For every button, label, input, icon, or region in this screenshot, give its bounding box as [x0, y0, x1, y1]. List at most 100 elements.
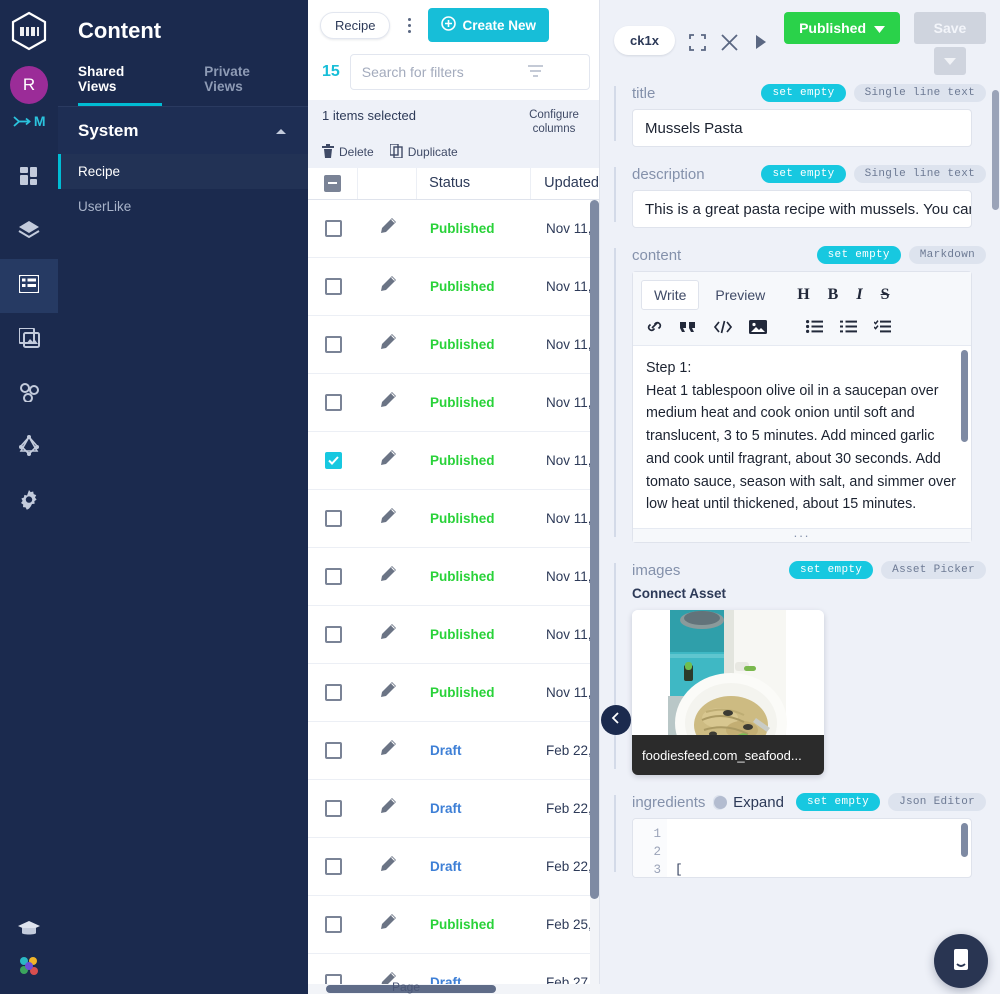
bullet-list-icon[interactable]	[806, 320, 823, 338]
set-empty-button[interactable]: set empty	[795, 793, 881, 811]
set-empty-button[interactable]: set empty	[761, 84, 846, 102]
more-options-icon[interactable]	[398, 17, 420, 33]
table-row[interactable]: Published Nov 11,	[308, 258, 599, 316]
task-list-icon[interactable]	[873, 320, 891, 338]
rail-item-dashboard[interactable]	[0, 151, 58, 205]
description-input[interactable]: This is a great pasta recipe with mussel…	[632, 190, 972, 228]
row-checkbox[interactable]	[324, 277, 342, 295]
markdown-textarea[interactable]: Step 1: Heat 1 tablespoon olive oil in a …	[633, 346, 971, 528]
expand-toggle[interactable]	[713, 794, 728, 810]
table-horizontal-scrollbar[interactable]	[308, 984, 600, 994]
image-icon[interactable]	[749, 319, 767, 339]
avatar[interactable]: R	[10, 66, 48, 104]
sidebar-item-recipe[interactable]: Recipe	[58, 154, 308, 189]
title-input[interactable]: Mussels Pasta	[632, 109, 972, 147]
table-row[interactable]: Published Nov 11,	[308, 200, 599, 258]
row-checkbox[interactable]	[324, 509, 342, 527]
cms-cube-logo-icon[interactable]	[8, 10, 50, 52]
table-row[interactable]: Published Nov 11,	[308, 606, 599, 664]
row-edit-cell[interactable]	[358, 623, 418, 646]
table-row[interactable]: Published Nov 11,	[308, 664, 599, 722]
row-checkbox[interactable]	[324, 393, 342, 411]
italic-button[interactable]: I	[856, 286, 862, 304]
row-checkbox[interactable]	[324, 567, 342, 585]
set-empty-button[interactable]: set empty	[789, 561, 874, 579]
row-edit-cell[interactable]	[358, 217, 418, 240]
asset-thumbnail[interactable]: foodiesfeed.com_seafood...	[632, 610, 824, 775]
row-edit-cell[interactable]	[358, 507, 418, 530]
rail-item-settings[interactable]	[0, 475, 58, 529]
row-edit-cell[interactable]	[358, 739, 418, 762]
row-edit-cell[interactable]	[358, 333, 418, 356]
close-icon[interactable]	[721, 29, 739, 55]
json-code-area[interactable]: [ { "key": 0,	[667, 819, 773, 877]
connect-asset-button[interactable]: Connect Asset	[632, 586, 986, 601]
json-scrollbar[interactable]	[961, 823, 968, 857]
entry-id-chip[interactable]: ck1x	[614, 26, 675, 55]
table-row[interactable]: Draft Feb 22,	[308, 838, 599, 896]
table-row[interactable]: Draft Feb 22,	[308, 722, 599, 780]
set-empty-button[interactable]: set empty	[761, 165, 846, 183]
table-row[interactable]: Draft Feb 22,	[308, 780, 599, 838]
flower-apps-icon[interactable]	[16, 953, 42, 984]
duplicate-button[interactable]: Duplicate	[388, 143, 458, 161]
row-checkbox[interactable]	[324, 683, 342, 701]
row-checkbox[interactable]	[324, 219, 342, 237]
save-button[interactable]: Save	[914, 12, 986, 44]
code-icon[interactable]	[713, 320, 733, 339]
select-all-checkbox[interactable]	[308, 167, 358, 200]
table-row[interactable]: Published Nov 11,	[308, 548, 599, 606]
save-options-button[interactable]	[934, 47, 966, 75]
model-chip[interactable]: Recipe	[320, 11, 391, 39]
row-edit-cell[interactable]	[358, 449, 418, 472]
table-row[interactable]: Published Feb 25,	[308, 896, 599, 954]
row-edit-cell[interactable]	[358, 797, 418, 820]
row-edit-cell[interactable]	[358, 565, 418, 588]
table-vertical-scrollbar[interactable]	[590, 199, 599, 994]
row-checkbox[interactable]	[324, 915, 342, 933]
sidebar-item-userlike[interactable]: UserLike	[58, 189, 308, 224]
rail-item-models[interactable]	[0, 205, 58, 259]
collapse-panel-button[interactable]	[601, 705, 631, 735]
row-edit-cell[interactable]	[358, 913, 418, 936]
json-editor[interactable]: 1 2 3 [ { "key": 0,	[632, 818, 972, 878]
configure-columns-button[interactable]: Configure columns	[523, 108, 585, 137]
strikethrough-button[interactable]: S	[881, 286, 890, 304]
graduation-cap-icon[interactable]	[17, 920, 41, 943]
table-row[interactable]: Published Nov 11,	[308, 374, 599, 432]
fullscreen-icon[interactable]	[689, 29, 707, 55]
row-edit-cell[interactable]	[358, 855, 418, 878]
publish-status-button[interactable]: Published	[784, 12, 900, 44]
row-checkbox[interactable]	[324, 857, 342, 875]
heading-button[interactable]: H	[797, 286, 809, 304]
row-checkbox[interactable]	[324, 335, 342, 353]
tab-write[interactable]: Write	[641, 280, 700, 310]
row-edit-cell[interactable]	[358, 681, 418, 704]
row-edit-cell[interactable]	[358, 275, 418, 298]
brand-logo[interactable]: M	[13, 113, 46, 129]
numbered-list-icon[interactable]	[840, 320, 857, 338]
rail-item-webhooks[interactable]	[0, 367, 58, 421]
rail-item-content[interactable]	[0, 259, 58, 313]
search-input[interactable]	[349, 54, 590, 90]
header-updated[interactable]: Updated	[531, 167, 599, 199]
set-empty-button[interactable]: set empty	[816, 246, 901, 264]
sidebar-group-system[interactable]: System	[58, 107, 308, 154]
row-checkbox[interactable]	[324, 741, 342, 759]
row-edit-cell[interactable]	[358, 391, 418, 414]
rail-item-assets[interactable]	[0, 313, 58, 367]
table-row[interactable]: Published Nov 11,	[308, 490, 599, 548]
play-next-icon[interactable]	[752, 29, 770, 55]
tab-private-views[interactable]: Private Views	[204, 64, 288, 106]
table-row[interactable]: Published Nov 11,	[308, 432, 599, 490]
bold-button[interactable]: B	[828, 286, 839, 304]
create-new-button[interactable]: Create New	[428, 8, 550, 42]
header-status[interactable]: Status	[417, 167, 532, 200]
row-checkbox-checked[interactable]	[324, 451, 342, 469]
quote-icon[interactable]	[680, 319, 697, 339]
panel-scrollbar[interactable]	[992, 90, 999, 210]
link-icon[interactable]	[646, 319, 663, 339]
markdown-scrollbar[interactable]	[961, 350, 968, 442]
row-checkbox[interactable]	[324, 799, 342, 817]
chat-widget-button[interactable]	[934, 934, 988, 988]
